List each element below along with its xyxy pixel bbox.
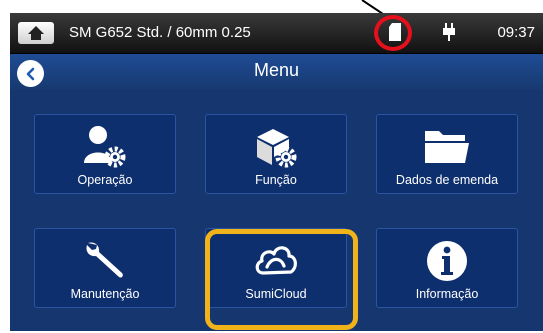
highlight-frame — [205, 229, 358, 330]
tile-funcao[interactable]: Função — [205, 114, 347, 194]
tile-label: Manutenção — [70, 287, 140, 301]
tile-label: Função — [255, 173, 297, 187]
menu-header: Menu — [10, 54, 543, 90]
folder-icon — [425, 131, 469, 163]
user-gear-icon — [84, 126, 126, 168]
tile-informacao[interactable]: Informação — [376, 228, 518, 308]
home-button[interactable] — [18, 22, 54, 44]
home-icon — [28, 26, 44, 40]
device-screen: SM G652 Std. / 60mm 0.25 09:37 Menu Oper… — [10, 13, 543, 331]
splice-program-title: SM G652 Std. / 60mm 0.25 — [69, 24, 251, 41]
annotation-circle — [374, 15, 412, 51]
info-icon — [427, 241, 467, 281]
cube-gear-icon — [257, 129, 297, 168]
tile-label: Informação — [415, 287, 479, 301]
tile-manutencao[interactable]: Manutenção — [34, 228, 176, 308]
status-bar: SM G652 Std. / 60mm 0.25 09:37 — [10, 13, 543, 54]
page-title: Menu — [253, 60, 300, 80]
page: { "status_bar": { "home_icon": "home-ico… — [0, 0, 543, 333]
tile-label: Dados de emenda — [395, 173, 499, 187]
wrench-icon — [86, 242, 123, 278]
tile-label: Operação — [77, 173, 133, 187]
tile-dados-de-emenda[interactable]: Dados de emenda — [376, 114, 518, 194]
tile-operacao[interactable]: Operação — [34, 114, 176, 194]
clock: 09:37 — [497, 24, 535, 41]
power-plug-icon — [443, 23, 455, 41]
